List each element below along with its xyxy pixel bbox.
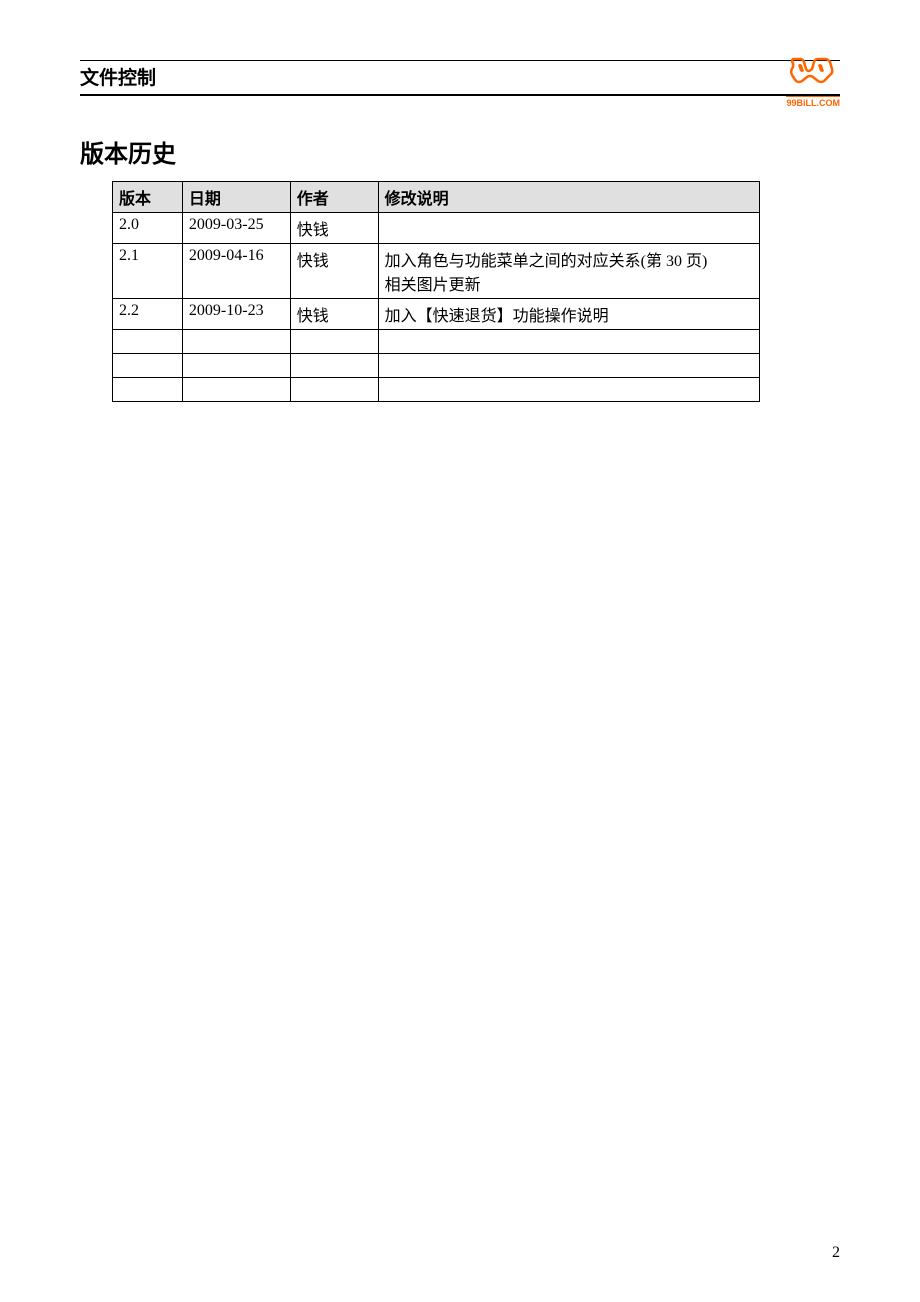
- cell-date: 2009-03-25: [182, 213, 290, 244]
- header-version: 版本: [113, 182, 183, 213]
- header-date: 日期: [182, 182, 290, 213]
- brand-url-text: 99BiLL.COM: [786, 96, 840, 108]
- cell-author: 快钱: [290, 213, 378, 244]
- cell-description: 加入【快速退货】功能操作说明: [378, 299, 759, 330]
- table-row: 2.0 2009-03-25 快钱: [113, 213, 760, 244]
- table-row-empty: [113, 378, 760, 402]
- table-row-empty: [113, 354, 760, 378]
- header-description: 修改说明: [378, 182, 759, 213]
- cell-date: 2009-10-23: [182, 299, 290, 330]
- cell-author: 快钱: [290, 244, 378, 299]
- table-header-row: 版本 日期 作者 修改说明: [113, 182, 760, 213]
- table-row-empty: [113, 330, 760, 354]
- cell-version: 2.1: [113, 244, 183, 299]
- cell-date: 2009-04-16: [182, 244, 290, 299]
- cell-description: 加入角色与功能菜单之间的对应关系(第 30 页)相关图片更新: [378, 244, 759, 299]
- table-row: 2.2 2009-10-23 快钱 加入【快速退货】功能操作说明: [113, 299, 760, 330]
- version-history-table: 版本 日期 作者 修改说明 2.0 2009-03-25 快钱 2.1 2009…: [112, 181, 760, 402]
- table-row: 2.1 2009-04-16 快钱 加入角色与功能菜单之间的对应关系(第 30 …: [113, 244, 760, 299]
- version-history-heading: 版本历史: [80, 134, 840, 169]
- document-control-title: 文件控制: [80, 63, 840, 90]
- cell-author: 快钱: [290, 299, 378, 330]
- brand-logo: 99BiLL.COM: [786, 55, 840, 108]
- kuaiqian-logo-icon: [788, 55, 838, 93]
- cell-version: 2.0: [113, 213, 183, 244]
- cell-version: 2.2: [113, 299, 183, 330]
- header-author: 作者: [290, 182, 378, 213]
- page-number: 2: [832, 1244, 840, 1262]
- cell-description: [378, 213, 759, 244]
